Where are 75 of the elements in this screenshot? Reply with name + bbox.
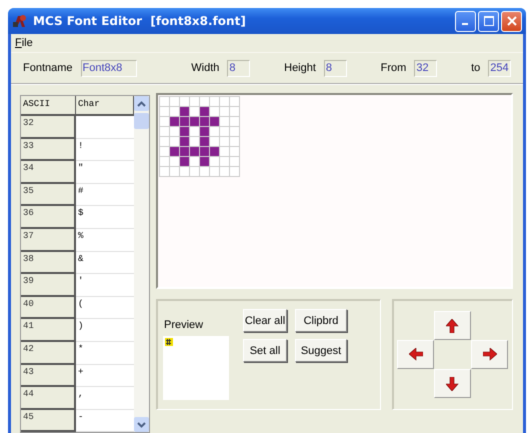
table-cell: 37 — [21, 228, 76, 252]
move-button[interactable] — [397, 340, 434, 369]
maximize-icon — [484, 16, 494, 26]
pixel[interactable] — [179, 106, 189, 116]
move-button[interactable] — [434, 311, 471, 340]
scroll-thumb[interactable] — [134, 113, 149, 129]
table-cell: 38 — [21, 252, 76, 274]
menu-item[interactable]: File — [15, 37, 33, 49]
table-cell: 43 — [21, 364, 76, 388]
move-button[interactable] — [471, 340, 508, 369]
scroll-up-button[interactable] — [134, 96, 149, 111]
pixel[interactable] — [199, 136, 209, 146]
pixel[interactable] — [189, 146, 199, 156]
pixel[interactable] — [209, 116, 219, 126]
preview-label: Preview — [163, 318, 204, 331]
minimize-button[interactable] — [455, 10, 476, 32]
arrow-up-icon — [446, 318, 460, 332]
field-label: Width — [191, 62, 220, 74]
editor-canvas[interactable] — [156, 93, 513, 289]
arrow-right-icon — [482, 348, 496, 362]
pixel[interactable] — [199, 156, 209, 166]
glyph-preview-icon — [165, 338, 173, 346]
field-label: From — [380, 62, 406, 74]
pixel[interactable] — [179, 126, 189, 136]
table-cell: 35 — [21, 184, 76, 206]
arrow-down-icon — [446, 376, 460, 390]
scroll-down-button[interactable] — [134, 417, 149, 432]
action-button[interactable]: Set all — [243, 339, 287, 362]
pixel[interactable] — [179, 146, 189, 156]
input-field[interactable]: 254 — [488, 60, 512, 76]
action-button[interactable]: Suggest — [295, 339, 347, 362]
table-cell: 44 — [21, 387, 76, 410]
table-cell: 45 — [21, 410, 76, 432]
pixel[interactable] — [179, 156, 189, 166]
table-cell: 33 — [21, 138, 76, 162]
pixel[interactable] — [199, 146, 209, 156]
pixel[interactable] — [199, 106, 209, 116]
window-title: MCS Font Editor [font8x8.font] — [33, 14, 246, 28]
table-cell: 39 — [21, 274, 76, 297]
pixel[interactable] — [199, 116, 209, 126]
arrow-left-icon — [408, 348, 422, 362]
pixel[interactable] — [199, 126, 209, 136]
app-icon — [12, 13, 28, 29]
pixel[interactable] — [179, 116, 189, 126]
move-button[interactable] — [434, 369, 471, 398]
pixel[interactable] — [169, 146, 179, 156]
input-field[interactable]: Font8x8 — [80, 60, 138, 76]
pixel[interactable] — [189, 116, 199, 126]
table-cell: 40 — [21, 296, 76, 320]
table-cell: 36 — [21, 206, 76, 229]
column-header: Char — [76, 96, 134, 116]
maximize-button[interactable] — [478, 10, 499, 32]
pixel-grid[interactable] — [159, 96, 240, 177]
input-field[interactable]: 8 — [227, 60, 250, 76]
table-cell: 41 — [21, 319, 76, 342]
table-cell: 34 — [21, 161, 76, 184]
chevron-down-icon — [137, 422, 146, 428]
input-field[interactable]: 32 — [414, 60, 438, 76]
pixel[interactable] — [209, 146, 219, 156]
scrollbar[interactable] — [134, 96, 149, 432]
input-field[interactable]: 8 — [324, 60, 347, 76]
pixel[interactable] — [179, 136, 189, 146]
action-button[interactable]: Clear all — [243, 309, 287, 332]
table-cell: 32 — [21, 116, 76, 139]
field-label: Height — [284, 62, 316, 74]
chevron-up-icon — [137, 100, 146, 106]
field-label: Fontname — [23, 62, 73, 74]
table-cell: 42 — [21, 342, 76, 365]
pixel[interactable] — [169, 116, 179, 126]
close-button[interactable] — [501, 10, 522, 32]
minimize-icon — [462, 23, 468, 25]
close-icon — [506, 16, 516, 26]
field-label: to — [471, 62, 480, 74]
action-button[interactable]: Clipbrd — [295, 309, 347, 332]
column-header: ASCII — [21, 96, 76, 116]
